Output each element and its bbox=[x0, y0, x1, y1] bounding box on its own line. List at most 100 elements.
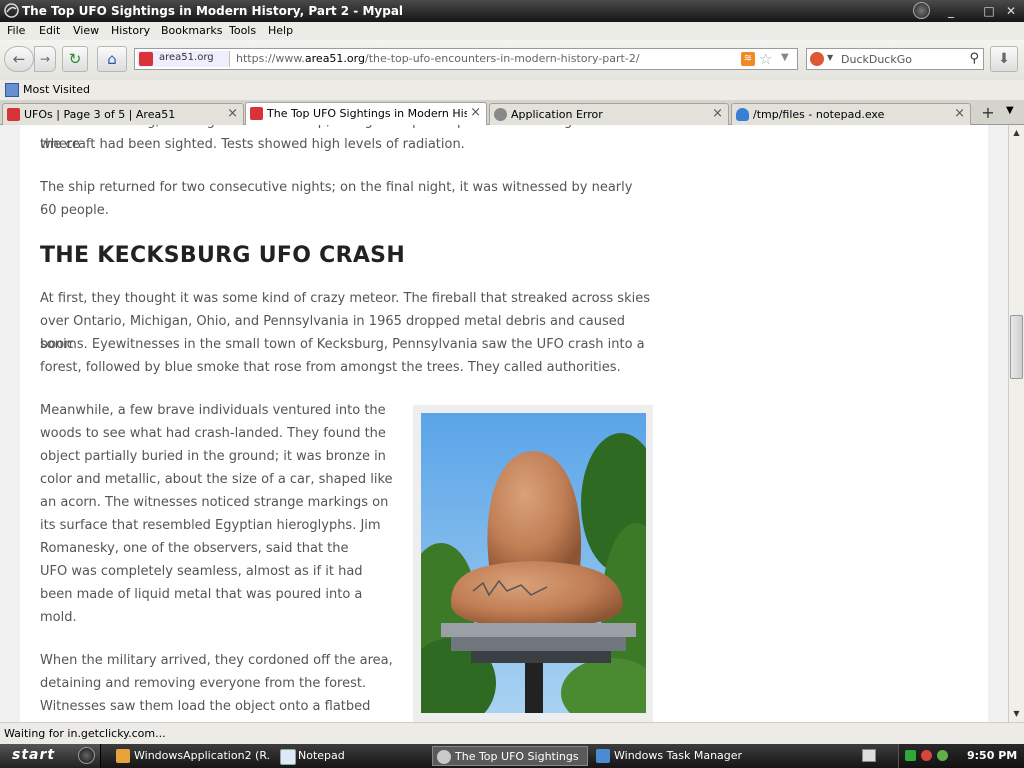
task-label: Windows Task Manager bbox=[614, 749, 743, 762]
paragraph-military-line-2: detaining and removing everyone from the… bbox=[40, 676, 367, 691]
security-tray-icon[interactable] bbox=[921, 750, 932, 761]
download-arrow-icon: ⬇ bbox=[998, 51, 1010, 67]
search-engine-dropdown-icon[interactable]: ▼ bbox=[827, 53, 833, 62]
clock[interactable]: 9:50 PM bbox=[967, 749, 1017, 762]
start-label: start bbox=[12, 747, 56, 763]
site-identity-button[interactable]: area51.org bbox=[137, 51, 230, 67]
tab-bar: UFOs | Page 3 of 5 | Area51 × The Top UF… bbox=[0, 100, 1024, 125]
list-all-tabs-icon[interactable]: ▼ bbox=[1006, 105, 1014, 116]
paragraph-military-line-3: Witnesses saw them load the object onto … bbox=[40, 699, 371, 714]
maximize-button[interactable]: □ bbox=[980, 3, 998, 19]
paragraph-witnesses-line-5: an acorn. The witnesses noticed strange … bbox=[40, 495, 389, 510]
performance-tray-icon[interactable] bbox=[905, 750, 916, 761]
page-viewport: The next morning, investigators found de… bbox=[0, 125, 1008, 722]
network-tray-icon[interactable] bbox=[937, 750, 948, 761]
paragraph-witnesses-line-9: been made of liquid metal that was poure… bbox=[40, 587, 363, 602]
tab-label: The Top UFO Sightings in Modern Histor..… bbox=[267, 107, 467, 120]
tab-close-icon[interactable]: × bbox=[470, 105, 481, 120]
system-tray: 9:50 PM bbox=[898, 744, 1024, 768]
home-icon: ⌂ bbox=[107, 50, 117, 68]
system-orb-icon[interactable] bbox=[913, 2, 930, 19]
area51-favicon-icon bbox=[7, 108, 20, 121]
menu-bookmarks[interactable]: Bookmarks bbox=[161, 24, 222, 37]
title-bar: The Top UFO Sightings in Modern History,… bbox=[0, 0, 1024, 22]
site-identity-label: area51.org bbox=[159, 52, 214, 63]
status-text: Waiting for in.getclicky.com... bbox=[4, 727, 166, 740]
tab-close-icon[interactable]: × bbox=[227, 106, 238, 121]
task-windows-task-manager[interactable]: Windows Task Manager bbox=[592, 746, 752, 766]
close-window-button[interactable]: ✕ bbox=[1002, 3, 1020, 19]
tab-notepad-files[interactable]: /tmp/files - notepad.exe × bbox=[731, 103, 971, 125]
tab-label: Application Error bbox=[511, 108, 603, 121]
url-history-dropdown-icon[interactable]: ▼ bbox=[781, 52, 789, 63]
search-placeholder: DuckDuckGo bbox=[841, 53, 912, 66]
menu-view[interactable]: View bbox=[73, 24, 99, 37]
task-windowsapplication2[interactable]: WindowsApplication2 (R... bbox=[112, 746, 272, 766]
back-button[interactable]: ← bbox=[4, 46, 34, 72]
search-icon[interactable]: ⚲ bbox=[969, 51, 979, 66]
globe-icon bbox=[494, 108, 507, 121]
menu-bar: File Edit View History Bookmarks Tools H… bbox=[0, 22, 1024, 40]
section-heading: THE KECKSBURG UFO CRASH bbox=[40, 243, 406, 268]
navigation-toolbar: ← → ↻ ⌂ area51.org https://www.area51.or… bbox=[0, 40, 1024, 80]
site-favicon-icon bbox=[139, 52, 153, 66]
bookmark-star-icon[interactable]: ☆ bbox=[759, 50, 772, 68]
paragraph-witnesses-line-8: UFO was completely seamless, almost as i… bbox=[40, 564, 363, 579]
paragraph-radiation: the craft had been sighted. Tests showed… bbox=[40, 137, 465, 152]
keyboard-icon[interactable] bbox=[862, 749, 876, 762]
url-text[interactable]: https://www.area51.org/the-top-ufo-encou… bbox=[236, 52, 640, 65]
home-button[interactable]: ⌂ bbox=[97, 46, 127, 72]
vertical-scrollbar[interactable]: ▲ ▼ bbox=[1008, 125, 1024, 722]
forward-arrow-icon: → bbox=[39, 52, 51, 66]
notepad-icon bbox=[280, 749, 296, 765]
paragraph-witnesses-line-2: woods to see what had crash-landed. They… bbox=[40, 426, 386, 441]
area51-favicon-icon bbox=[250, 107, 263, 120]
scroll-up-arrow-icon[interactable]: ▲ bbox=[1009, 125, 1024, 140]
reload-button[interactable]: ↻ bbox=[62, 46, 88, 72]
back-arrow-icon: ← bbox=[12, 50, 26, 68]
menu-tools[interactable]: Tools bbox=[229, 24, 256, 37]
rss-feed-icon[interactable]: ≋ bbox=[741, 52, 755, 66]
downloads-button[interactable]: ⬇ bbox=[990, 46, 1018, 72]
menu-edit[interactable]: Edit bbox=[39, 24, 60, 37]
url-bar[interactable]: area51.org https://www.area51.org/the-to… bbox=[134, 48, 798, 70]
paragraph-witnesses-line-3: object partially buried in the ground; i… bbox=[40, 449, 386, 464]
task-notepad[interactable]: Notepad bbox=[276, 746, 426, 766]
most-visited-bookmark[interactable]: Most Visited bbox=[23, 83, 90, 96]
task-mypal-browser[interactable]: The Top UFO Sightings i... bbox=[432, 746, 588, 766]
paragraph-witnesses-line-10: mold. bbox=[40, 610, 77, 625]
status-bar: Waiting for in.getclicky.com... bbox=[0, 722, 1024, 744]
duckduckgo-engine-icon[interactable] bbox=[810, 52, 824, 66]
menu-help[interactable]: Help bbox=[268, 24, 293, 37]
acorn-sculpture-photo bbox=[413, 405, 653, 722]
tab-close-icon[interactable]: × bbox=[954, 106, 965, 121]
scroll-down-arrow-icon[interactable]: ▼ bbox=[1009, 706, 1024, 721]
paragraph-witnesses-line-4: color and metallic, about the size of a … bbox=[40, 472, 393, 487]
reload-icon: ↻ bbox=[68, 50, 82, 68]
new-tab-button[interactable]: + bbox=[978, 103, 998, 123]
start-button[interactable]: start bbox=[0, 744, 101, 768]
paragraph-ship-returned-line-2: 60 people. bbox=[40, 203, 109, 218]
menu-file[interactable]: File bbox=[7, 24, 25, 37]
paragraph-military-line-1: When the military arrived, they cordoned… bbox=[40, 653, 393, 668]
tab-application-error[interactable]: Application Error × bbox=[489, 103, 729, 125]
menu-history[interactable]: History bbox=[111, 24, 150, 37]
paragraph-ship-returned-line-1: The ship returned for two consecutive ni… bbox=[40, 180, 633, 195]
scrollbar-thumb[interactable] bbox=[1010, 315, 1023, 379]
tab-label: UFOs | Page 3 of 5 | Area51 bbox=[24, 108, 176, 121]
start-orb-icon bbox=[78, 747, 95, 764]
search-bar[interactable]: ▼ DuckDuckGo ⚲ bbox=[806, 48, 984, 70]
paragraph-witnesses-line-7: Romanesky, one of the observers, said th… bbox=[40, 541, 349, 556]
url-domain: area51.org bbox=[304, 52, 365, 65]
browser-task-icon bbox=[437, 750, 451, 764]
paragraph-meteor-line-1: At first, they thought it was some kind … bbox=[40, 291, 650, 306]
url-prefix: https://www. bbox=[236, 52, 305, 65]
tab-ufo-sightings[interactable]: The Top UFO Sightings in Modern Histor..… bbox=[245, 102, 487, 125]
acorn-sculpture-image bbox=[421, 413, 646, 713]
tab-close-icon[interactable]: × bbox=[712, 106, 723, 121]
minimize-button[interactable]: _ bbox=[942, 3, 960, 19]
vb-app-icon bbox=[116, 749, 130, 763]
forward-button[interactable]: → bbox=[34, 46, 56, 72]
paragraph-witnesses-line-1: Meanwhile, a few brave individuals ventu… bbox=[40, 403, 386, 418]
tab-ufos-page-3[interactable]: UFOs | Page 3 of 5 | Area51 × bbox=[2, 103, 244, 125]
